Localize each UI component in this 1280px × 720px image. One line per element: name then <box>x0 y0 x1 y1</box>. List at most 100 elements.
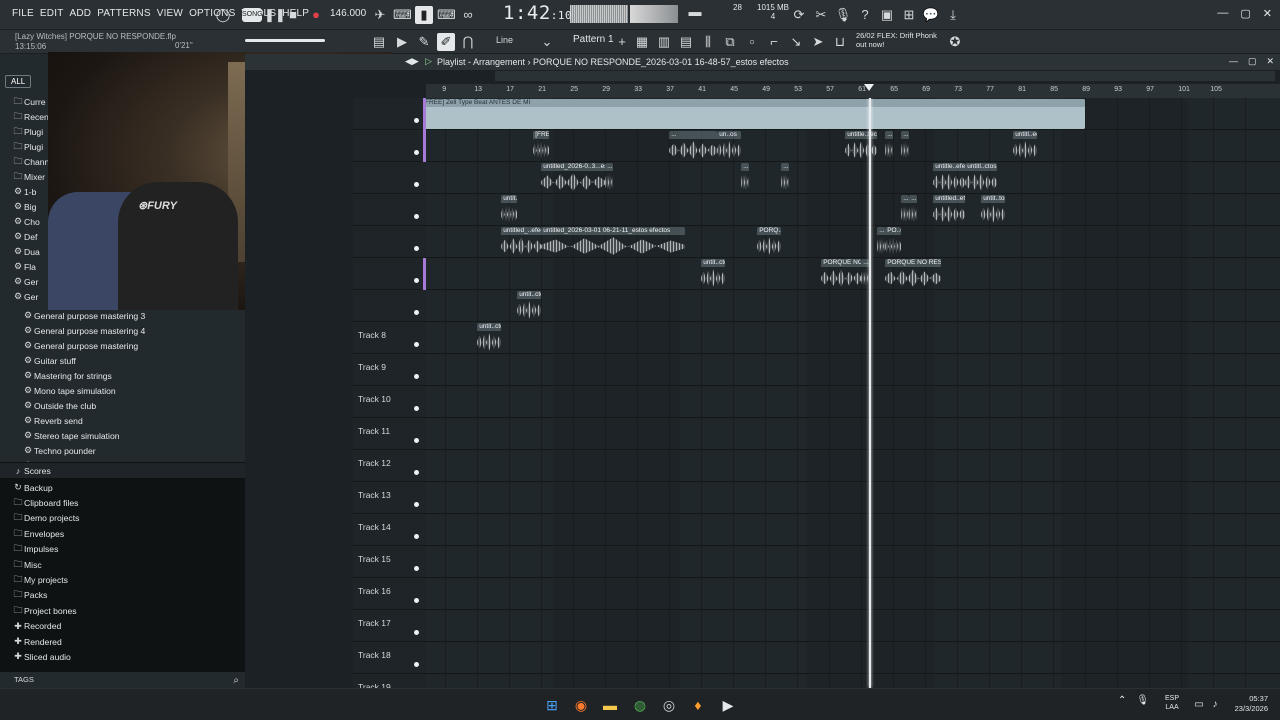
track-header[interactable]: Track 10 <box>353 386 426 418</box>
track-mute-led[interactable] <box>414 406 419 411</box>
maximize-icon[interactable]: ▢ <box>1240 7 1250 20</box>
audio-clip[interactable]: [FREE] Zell Type Beat ANTES DE MI <box>426 99 1086 129</box>
track-header[interactable]: Track 18 <box>353 642 426 674</box>
track-header[interactable] <box>353 98 427 130</box>
master-volume-slider[interactable] <box>245 39 325 42</box>
browser-item-preset-2[interactable]: ⚙ General purpose mastering <box>0 338 245 353</box>
browser-item-folder-7[interactable]: 🗀 Packs <box>0 588 245 603</box>
track-mute-led[interactable] <box>414 278 419 283</box>
magnet-icon[interactable]: ⋂ <box>459 33 477 51</box>
track-header[interactable]: Track 11 <box>353 418 426 450</box>
audio-clip[interactable]: ... <box>877 227 886 257</box>
brush-icon[interactable]: ⌐ <box>765 33 783 51</box>
audio-clip[interactable]: untit..ctos <box>701 259 726 289</box>
track-mute-led[interactable] <box>414 118 419 123</box>
plugin-database-icon[interactable]: ⧉ <box>721 33 739 51</box>
system-clock[interactable]: 05:37 23/3/2026 <box>1226 694 1268 714</box>
audio-clip[interactable]: PO..os <box>885 227 902 257</box>
audio-clip[interactable]: untitled_2026-03-01 06-21-11_estos efect… <box>541 227 686 257</box>
audio-clip[interactable]: untitle..fectos <box>845 131 878 161</box>
metronome-icon[interactable]: ✈ <box>371 6 389 24</box>
browser-all-filter[interactable]: ALL <box>5 75 32 88</box>
audio-clip[interactable]: [FRE..er] <box>533 131 550 161</box>
browser-item-preset-1[interactable]: ⚙ General purpose mastering 4 <box>0 323 245 338</box>
track-mute-led[interactable] <box>414 214 419 219</box>
menu-edit[interactable]: EDIT <box>40 8 64 19</box>
track-header[interactable] <box>353 162 426 194</box>
playlist-horizontal-scrollbar[interactable] <box>495 71 1275 81</box>
arrow-icon[interactable]: ➤ <box>809 33 827 51</box>
mixer-icon[interactable]: ⫼ <box>699 33 717 51</box>
track-mute-led[interactable] <box>414 342 419 347</box>
help-icon[interactable]: ? <box>856 6 874 24</box>
save-icon[interactable]: ▣ <box>878 6 896 24</box>
audio-clip[interactable]: ... <box>669 131 718 161</box>
minimize-icon[interactable]: — <box>1217 7 1228 20</box>
browser-item-preset-7[interactable]: ⚙ Reverb send <box>0 413 245 428</box>
paint-tool-icon[interactable]: ✐ <box>437 33 455 51</box>
audio-clip[interactable]: untitle..efectos <box>933 163 966 193</box>
draw-tool-icon[interactable]: ✎ <box>415 33 433 51</box>
piano-roll-icon[interactable]: ▥ <box>655 33 673 51</box>
track-header[interactable] <box>353 290 426 322</box>
menu-view[interactable]: VIEW <box>157 8 183 19</box>
maximize-icon[interactable]: ▢ <box>1248 56 1257 67</box>
play-arrow-icon[interactable]: ▶ <box>393 33 411 51</box>
download-icon[interactable]: ⤓ <box>944 6 962 24</box>
channel-rack-icon[interactable]: ▤ <box>677 33 695 51</box>
track-mute-led[interactable] <box>414 630 419 635</box>
audio-clip[interactable]: untit..tos <box>981 195 1006 225</box>
track-mute-led[interactable] <box>414 374 419 379</box>
track-header[interactable]: Track 13 <box>353 482 426 514</box>
chat-icon[interactable]: 💬 <box>922 6 940 24</box>
playlist-menu-icon[interactable]: ◀▶ <box>405 56 419 67</box>
browser-item-preset-8[interactable]: ⚙ Stereo tape simulation <box>0 428 245 443</box>
copy-icon[interactable]: ▫ <box>743 33 761 51</box>
menu-file[interactable]: FILE <box>12 8 34 19</box>
browser-item-folder-1[interactable]: 🗀 Clipboard files <box>0 495 245 510</box>
windows-start-icon[interactable]: ⊞ <box>543 696 561 714</box>
audio-clip[interactable]: un..os <box>717 131 742 161</box>
timeline-ruler[interactable]: 9 13 17 21 25 29 33 37 41 45 49 53 57 61 65 69 73 77 81 85 8… <box>426 84 1280 98</box>
audio-clip[interactable]: ... <box>909 195 918 225</box>
add-pattern-icon[interactable]: + <box>613 33 631 51</box>
stop-button[interactable]: ■ <box>284 6 302 24</box>
audio-clip[interactable]: ... <box>781 163 790 193</box>
chevron-up-icon[interactable]: ⌃ <box>1118 695 1126 706</box>
track-mute-led[interactable] <box>414 534 419 539</box>
audio-clip[interactable]: untitl..ectos <box>1013 131 1038 161</box>
firefox-icon[interactable]: ◉ <box>572 696 590 714</box>
track-header[interactable] <box>353 258 427 290</box>
wait-input-icon[interactable]: ⌨ <box>393 6 412 24</box>
cart-icon[interactable]: ⊔ <box>831 33 849 51</box>
audio-clip[interactable]: untit..ectos <box>501 195 518 225</box>
track-header[interactable] <box>353 194 426 226</box>
menu-add[interactable]: ADD <box>70 8 92 19</box>
browser-item-folder-6[interactable]: 🗀 My projects <box>0 572 245 587</box>
audio-clip[interactable]: ... <box>861 259 870 289</box>
chevron-down-icon[interactable]: ⌄ <box>538 33 556 51</box>
arrangement-grid[interactable]: [FREE] Zell Type Beat ANTES DE MI [FRE..e… <box>426 98 1280 688</box>
media-player-icon[interactable]: ▶ <box>719 696 737 714</box>
loop-record-icon[interactable]: ◯ <box>214 6 232 24</box>
track-header[interactable] <box>353 130 427 162</box>
audio-clip[interactable]: ... <box>605 163 614 193</box>
browser-item-folder-0[interactable]: ↻ Backup <box>0 480 245 495</box>
mic-icon[interactable]: 🎙 <box>834 6 852 24</box>
pattern-selector[interactable]: Pattern 1 <box>573 34 614 45</box>
pick-icon[interactable]: ↘ <box>787 33 805 51</box>
blend-notes-icon[interactable]: ▮ <box>415 6 433 24</box>
track-mute-led[interactable] <box>414 150 419 155</box>
browser-item-folder-8[interactable]: 🗀 Project bones <box>0 603 245 618</box>
track-mute-led[interactable] <box>414 566 419 571</box>
playlist-play-icon[interactable]: ▷ <box>425 56 432 67</box>
audio-clip[interactable]: PORQUE NO RESPO..._estos efectos <box>885 259 942 289</box>
browser-item-folder-2[interactable]: 🗀 Demo projects <box>0 511 245 526</box>
track-header[interactable]: Track 8 <box>353 322 426 354</box>
browser-item-preset-6[interactable]: ⚙ Outside the club <box>0 398 245 413</box>
browser-item-preset-5[interactable]: ⚙ Mono tape simulation <box>0 383 245 398</box>
news-ticker[interactable]: 26/02 FLEX: Drift Phonk out now! <box>856 31 937 49</box>
track-mute-led[interactable] <box>414 502 419 507</box>
browser-item-preset-0[interactable]: ⚙ General purpose mastering 3 <box>0 308 245 323</box>
browser-item-scores[interactable]: ♪ Scores <box>0 463 245 478</box>
